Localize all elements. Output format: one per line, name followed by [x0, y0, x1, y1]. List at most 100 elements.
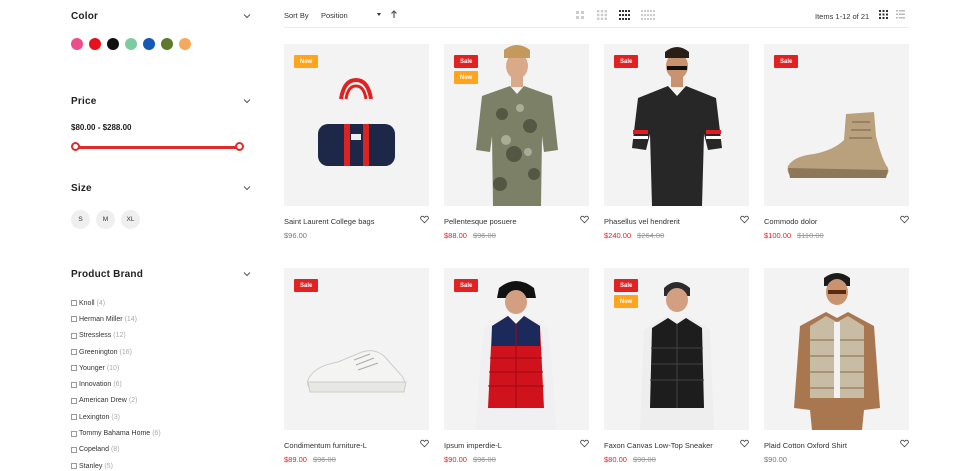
- current-price: $90.00: [444, 455, 467, 464]
- brand-item[interactable]: Stressless (12): [71, 328, 251, 344]
- brand-label: Stanley: [79, 462, 103, 470]
- sale-badge: Sale: [454, 279, 479, 292]
- grid-4-icon[interactable]: [619, 10, 630, 20]
- product-card[interactable]: Plaid Cotton Oxford Shirt $90.00: [764, 268, 909, 464]
- brand-checkbox[interactable]: [71, 381, 77, 388]
- product-image[interactable]: Sale: [444, 268, 589, 430]
- wishlist-heart-icon[interactable]: [580, 439, 589, 448]
- brand-item[interactable]: Younger (10): [71, 360, 251, 376]
- brand-item[interactable]: Herman Miller (14): [71, 311, 251, 327]
- color-filter-header[interactable]: Color: [71, 8, 251, 24]
- brand-checkbox[interactable]: [71, 397, 77, 404]
- product-name[interactable]: Saint Laurent College bags: [284, 217, 374, 226]
- chevron-down-icon[interactable]: [243, 97, 251, 105]
- grid-3-icon[interactable]: [597, 10, 607, 20]
- brand-checkbox[interactable]: [71, 414, 77, 421]
- product-name[interactable]: Commodo dolor: [764, 217, 817, 226]
- product-name[interactable]: Phasellus vel hendrerit: [604, 217, 680, 226]
- product-card[interactable]: Sale Commodo dolor $100.00 $110.00: [764, 44, 909, 240]
- price-slider-max-handle[interactable]: [235, 142, 244, 151]
- old-price: $90.00: [632, 455, 656, 464]
- size-option[interactable]: M: [96, 210, 115, 229]
- brand-item[interactable]: Innovation (6): [71, 376, 251, 392]
- product-image[interactable]: Sale: [284, 268, 429, 430]
- brand-checkbox[interactable]: [71, 430, 77, 437]
- sale-badge: Sale: [454, 55, 479, 68]
- product-card[interactable]: Sale New Pellentesque posuere $88.00 $96.00: [444, 44, 589, 240]
- color-swatches: [71, 38, 251, 50]
- wishlist-heart-icon[interactable]: [900, 215, 909, 224]
- brand-item[interactable]: Knoll (4): [71, 295, 251, 311]
- product-card[interactable]: Sale Condimentum furniture-L $89.00 $96.00: [284, 268, 429, 464]
- size-option[interactable]: S: [71, 210, 90, 229]
- price-range-text: $80.00 - $288.00: [71, 123, 132, 132]
- grid-2-icon[interactable]: [575, 10, 585, 20]
- product-card[interactable]: Sale Ipsum imperdie-L $90.00 $96.00: [444, 268, 589, 464]
- product-name[interactable]: Plaid Cotton Oxford Shirt: [764, 441, 847, 450]
- wishlist-heart-icon[interactable]: [420, 439, 429, 448]
- wishlist-heart-icon[interactable]: [900, 439, 909, 448]
- grid-view-icon[interactable]: [879, 10, 888, 19]
- brand-item[interactable]: Copeland (8): [71, 442, 251, 458]
- price-slider-min-handle[interactable]: [71, 142, 80, 151]
- wishlist-heart-icon[interactable]: [740, 215, 749, 224]
- product-price: $90.00 $96.00: [444, 455, 496, 464]
- brand-checkbox[interactable]: [71, 316, 77, 323]
- brand-count: (14): [124, 315, 138, 323]
- product-image[interactable]: Sale: [604, 44, 749, 206]
- color-swatch-olive[interactable]: [161, 38, 173, 50]
- brand-item[interactable]: Greenington (16): [71, 344, 251, 360]
- product-name[interactable]: Condimentum furniture-L: [284, 441, 367, 450]
- wishlist-heart-icon[interactable]: [740, 439, 749, 448]
- size-option[interactable]: XL: [121, 210, 140, 229]
- product-name[interactable]: Faxon Canvas Low-Top Sneaker: [604, 441, 713, 450]
- product-price: $88.00 $96.00: [444, 231, 496, 240]
- chevron-down-icon[interactable]: [243, 12, 251, 20]
- wishlist-heart-icon[interactable]: [420, 215, 429, 224]
- brand-count: (8): [110, 446, 120, 454]
- brand-item[interactable]: American Drew (2): [71, 393, 251, 409]
- product-card[interactable]: New Saint Laurent College bags $96.00: [284, 44, 429, 240]
- new-badge: New: [454, 71, 479, 84]
- color-swatch-pink[interactable]: [71, 38, 83, 50]
- grid-5-icon[interactable]: [641, 10, 655, 20]
- brand-checkbox[interactable]: [71, 332, 77, 339]
- brand-item[interactable]: Lexington (3): [71, 409, 251, 425]
- product-name[interactable]: Pellentesque posuere: [444, 217, 517, 226]
- price-slider[interactable]: [71, 142, 244, 152]
- color-filter-title: Color: [71, 10, 99, 22]
- sort-by-select[interactable]: Position: [321, 11, 383, 20]
- product-image[interactable]: Sale: [764, 44, 909, 206]
- color-swatch-orange[interactable]: [179, 38, 191, 50]
- brand-item[interactable]: Tommy Bahama Home (6): [71, 425, 251, 441]
- brand-filter-header[interactable]: Product Brand: [71, 266, 251, 282]
- product-card[interactable]: Sale New Faxon Canvas Low-Top Sneaker $80.0…: [604, 268, 749, 464]
- price-filter-title: Price: [71, 95, 97, 107]
- brand-checkbox[interactable]: [71, 365, 77, 372]
- wishlist-heart-icon[interactable]: [580, 215, 589, 224]
- brand-checkbox[interactable]: [71, 463, 77, 470]
- size-options: S M XL: [71, 210, 251, 229]
- product-image[interactable]: Sale New: [604, 268, 749, 430]
- brand-checkbox[interactable]: [71, 300, 77, 307]
- product-image[interactable]: New: [284, 44, 429, 206]
- product-image[interactable]: [764, 268, 909, 430]
- brand-checkbox[interactable]: [71, 446, 77, 453]
- chevron-down-icon[interactable]: [243, 184, 251, 192]
- brand-checkbox[interactable]: [71, 349, 77, 356]
- product-image[interactable]: Sale New: [444, 44, 589, 206]
- color-swatch-black[interactable]: [107, 38, 119, 50]
- caret-down-icon[interactable]: [377, 13, 381, 16]
- brand-label: Copeland: [79, 446, 109, 454]
- sort-direction-arrow-icon[interactable]: [390, 10, 398, 19]
- product-card[interactable]: Sale Phasellus vel hendrerit $240.00 $264.0…: [604, 44, 749, 240]
- size-filter-header[interactable]: Size: [71, 180, 251, 196]
- chevron-down-icon[interactable]: [243, 270, 251, 278]
- brand-item[interactable]: Stanley (5): [71, 458, 251, 471]
- list-view-icon[interactable]: [896, 10, 905, 19]
- color-swatch-blue[interactable]: [143, 38, 155, 50]
- product-name[interactable]: Ipsum imperdie-L: [444, 441, 502, 450]
- color-swatch-mint[interactable]: [125, 38, 137, 50]
- price-filter-header[interactable]: Price: [71, 93, 251, 109]
- color-swatch-red[interactable]: [89, 38, 101, 50]
